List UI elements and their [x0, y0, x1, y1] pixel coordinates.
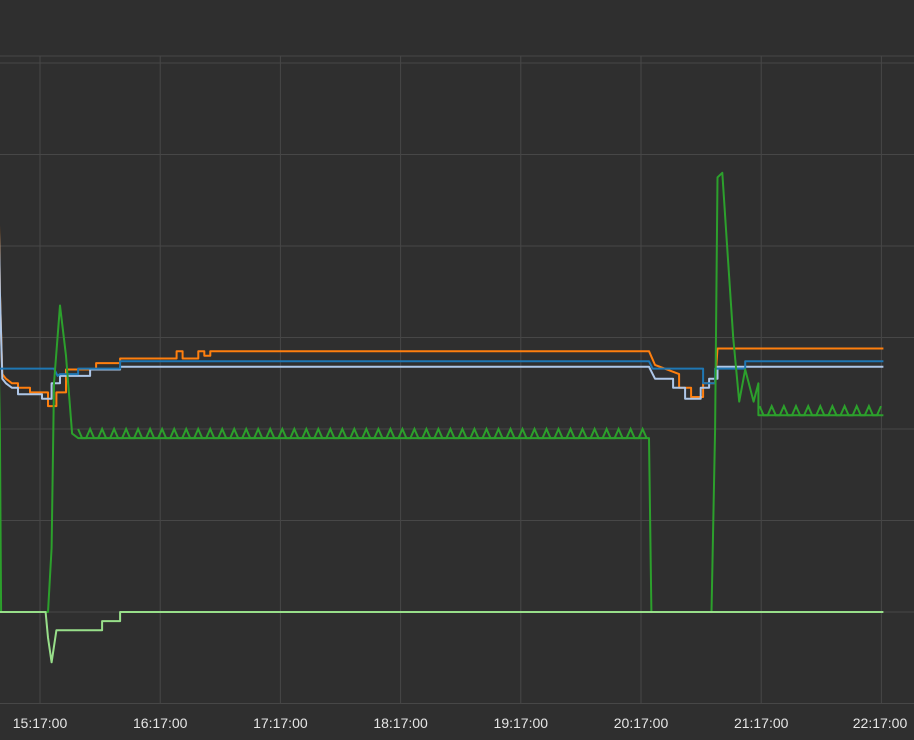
series-line-5 [0, 611, 884, 664]
x-tick-label: 15:17:00 [13, 715, 68, 731]
x-tick-label: 22:17:00 [853, 715, 908, 731]
x-axis: 15:17:00 16:17:00 17:17:00 18:17:00 19:17:00… [13, 715, 908, 731]
series-line-4 [0, 171, 884, 613]
series-line-1 [0, 224, 884, 408]
x-tick-label: 20:17:00 [614, 715, 669, 731]
x-tick-label: 18:17:00 [373, 715, 428, 731]
chart-canvas: 15:17:00 16:17:00 17:17:00 18:17:00 19:17:00… [0, 55, 914, 731]
series-line-4-noise [77, 426, 648, 440]
series-line-3 [0, 360, 884, 385]
series-group [0, 171, 884, 664]
x-tick-label: 19:17:00 [494, 715, 549, 731]
x-tick-label: 21:17:00 [734, 715, 789, 731]
line-chart: 15:17:00 16:17:00 17:17:00 18:17:00 19:17:00… [0, 0, 914, 735]
x-tick-label: 17:17:00 [253, 715, 308, 731]
x-tick-label: 16:17:00 [133, 715, 188, 731]
grid [0, 55, 914, 704]
series-line-4-noise [758, 403, 882, 417]
